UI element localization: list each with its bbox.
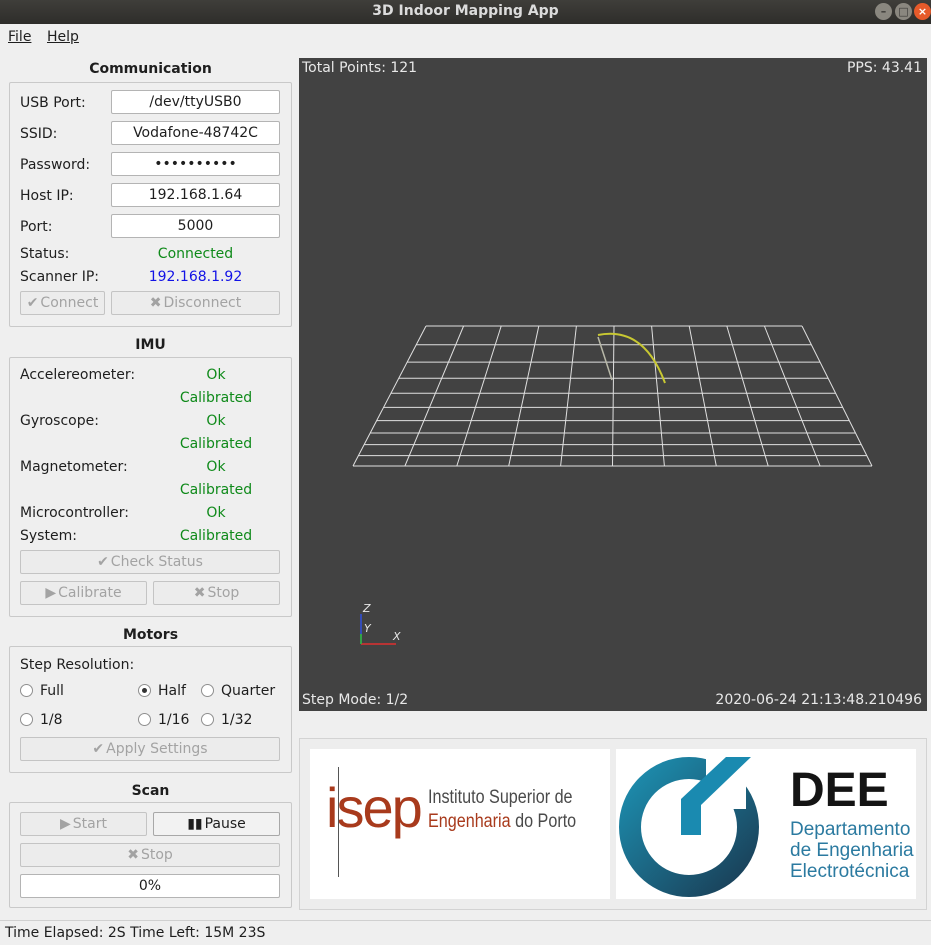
accelerometer-label: Accelereometer:	[20, 367, 136, 383]
status-bar-text: Time Elapsed: 2S Time Left: 15M 23S	[5, 925, 266, 941]
isep-divider	[338, 767, 339, 877]
step-resolution-label: Step Resolution:	[20, 657, 135, 673]
close-icon[interactable]: ×	[914, 3, 931, 20]
radio-eighth-label: 1/8	[40, 712, 63, 728]
imu-title: IMU	[135, 337, 166, 353]
maximize-icon[interactable]: □	[895, 3, 912, 20]
timestamp-label: 2020-06-24 21:13:48.210496	[715, 692, 922, 708]
gyroscope-label: Gyroscope:	[20, 413, 99, 429]
dee-text: Departamento de Engenharia Electrotécnic…	[790, 819, 914, 882]
check-icon: ✔	[97, 554, 109, 570]
system-calibration: Calibrated	[179, 528, 253, 544]
progress-text: 0%	[138, 878, 162, 894]
magnetometer-label: Magnetometer:	[20, 459, 128, 475]
status-value: Connected	[157, 246, 234, 262]
play-icon: ▶	[60, 816, 71, 832]
radio-sixteenth-label: 1/16	[158, 712, 190, 728]
step-mode-label: Step Mode: 1/2	[302, 692, 409, 708]
status-label: Status:	[20, 246, 70, 262]
port-label: Port:	[20, 219, 53, 235]
radio-thirtysecond[interactable]	[201, 713, 214, 726]
point-cloud-canvas: Z Y X	[352, 325, 873, 645]
radio-eighth[interactable]	[20, 713, 33, 726]
isep-line2: Engenharia do Porto	[428, 811, 577, 832]
scan-title: Scan	[131, 783, 170, 799]
radio-quarter[interactable]	[201, 684, 214, 697]
password-label: Password:	[20, 157, 91, 173]
check-icon: ✔	[26, 295, 39, 311]
scan-points-ray	[597, 336, 613, 381]
isep-mark: isep	[326, 776, 423, 839]
calibrate-button[interactable]: ▶ Calibrate	[20, 581, 147, 605]
scan-progress-bar: 0%	[20, 874, 280, 898]
menu-help[interactable]: Help	[47, 29, 79, 45]
radio-half-label: Half	[158, 683, 186, 699]
axis-label-x: X	[392, 630, 401, 643]
ssid-field[interactable]: Vodafone-48742C	[111, 121, 280, 145]
isep-line1: Instituto Superior de	[428, 787, 573, 808]
check-status-button[interactable]: ✔ Check Status	[20, 550, 280, 574]
system-label: System:	[20, 528, 77, 544]
dee-line3: Electrotécnica	[790, 861, 910, 882]
title-bar: 3D Indoor Mapping App – □ ×	[0, 0, 931, 24]
dee-line2: de Engenharia	[790, 840, 914, 861]
isep-logo: isep Instituto Superior de Engenharia do…	[310, 749, 610, 899]
radio-half[interactable]	[138, 684, 151, 697]
connect-button[interactable]: ✔ Connect	[20, 291, 105, 315]
menu-file[interactable]: File	[8, 29, 31, 45]
imu-stop-button[interactable]: ✖ Stop	[153, 581, 280, 605]
host-ip-label: Host IP:	[20, 188, 74, 204]
host-ip-field[interactable]: 192.168.1.64	[111, 183, 280, 207]
status-bar: Time Elapsed: 2S Time Left: 15M 23S	[0, 920, 931, 945]
radio-sixteenth[interactable]	[138, 713, 151, 726]
scanner-ip-value: 192.168.1.92	[148, 269, 243, 285]
password-field[interactable]: ••••••••••	[111, 152, 280, 176]
radio-quarter-label: Quarter	[221, 683, 276, 699]
gyroscope-calibration: Calibrated	[179, 436, 253, 452]
pause-button[interactable]: ▮▮ Pause	[153, 812, 280, 836]
3d-viewer[interactable]: Total Points: 121 PPS: 43.41 Z Y X Step …	[299, 58, 927, 711]
gyroscope-status: Ok	[206, 413, 226, 429]
floor-grid	[352, 325, 873, 467]
port-field[interactable]: 5000	[111, 214, 280, 238]
magnetometer-status: Ok	[206, 459, 226, 475]
menu-bar: File Help	[0, 24, 931, 50]
usb-port-field[interactable]: /dev/ttyUSB0	[111, 90, 280, 114]
dee-line1: Departamento	[790, 819, 911, 840]
usb-port-label: USB Port:	[20, 95, 86, 111]
axis-label-z: Z	[362, 602, 371, 615]
microcontroller-status: Ok	[206, 505, 226, 521]
accelerometer-status: Ok	[206, 367, 226, 383]
apply-settings-button[interactable]: ✔ Apply Settings	[20, 737, 280, 761]
motors-title: Motors	[122, 627, 179, 643]
radio-full-label: Full	[40, 683, 64, 699]
dee-logo: DEE Departamento de Engenharia Electroté…	[616, 749, 916, 899]
ssid-label: SSID:	[20, 126, 58, 142]
x-icon: ✖	[149, 295, 162, 311]
microcontroller-label: Microcontroller:	[20, 505, 129, 521]
pause-icon: ▮▮	[187, 816, 203, 832]
disconnect-button[interactable]: ✖ Disconnect	[111, 291, 280, 315]
accelerometer-calibration: Calibrated	[179, 390, 253, 406]
x-icon: ✖	[193, 585, 206, 601]
dee-emblem-icon	[619, 749, 759, 897]
logos-panel: isep Instituto Superior de Engenharia do…	[299, 738, 927, 910]
dee-mark: DEE	[790, 764, 889, 817]
axis-label-y: Y	[364, 622, 372, 635]
communication-title: Communication	[89, 61, 212, 77]
window-title: 3D Indoor Mapping App	[372, 3, 559, 19]
scanner-ip-label: Scanner IP:	[20, 269, 100, 285]
x-icon: ✖	[127, 847, 139, 863]
magnetometer-calibration: Calibrated	[179, 482, 253, 498]
play-icon: ▶	[45, 585, 57, 601]
start-button[interactable]: ▶ Start	[20, 812, 147, 836]
radio-full[interactable]	[20, 684, 33, 697]
minimize-icon[interactable]: –	[875, 3, 892, 20]
scan-stop-button[interactable]: ✖ Stop	[20, 843, 280, 867]
radio-thirtysecond-label: 1/32	[221, 712, 253, 728]
check-icon: ✔	[92, 741, 105, 757]
